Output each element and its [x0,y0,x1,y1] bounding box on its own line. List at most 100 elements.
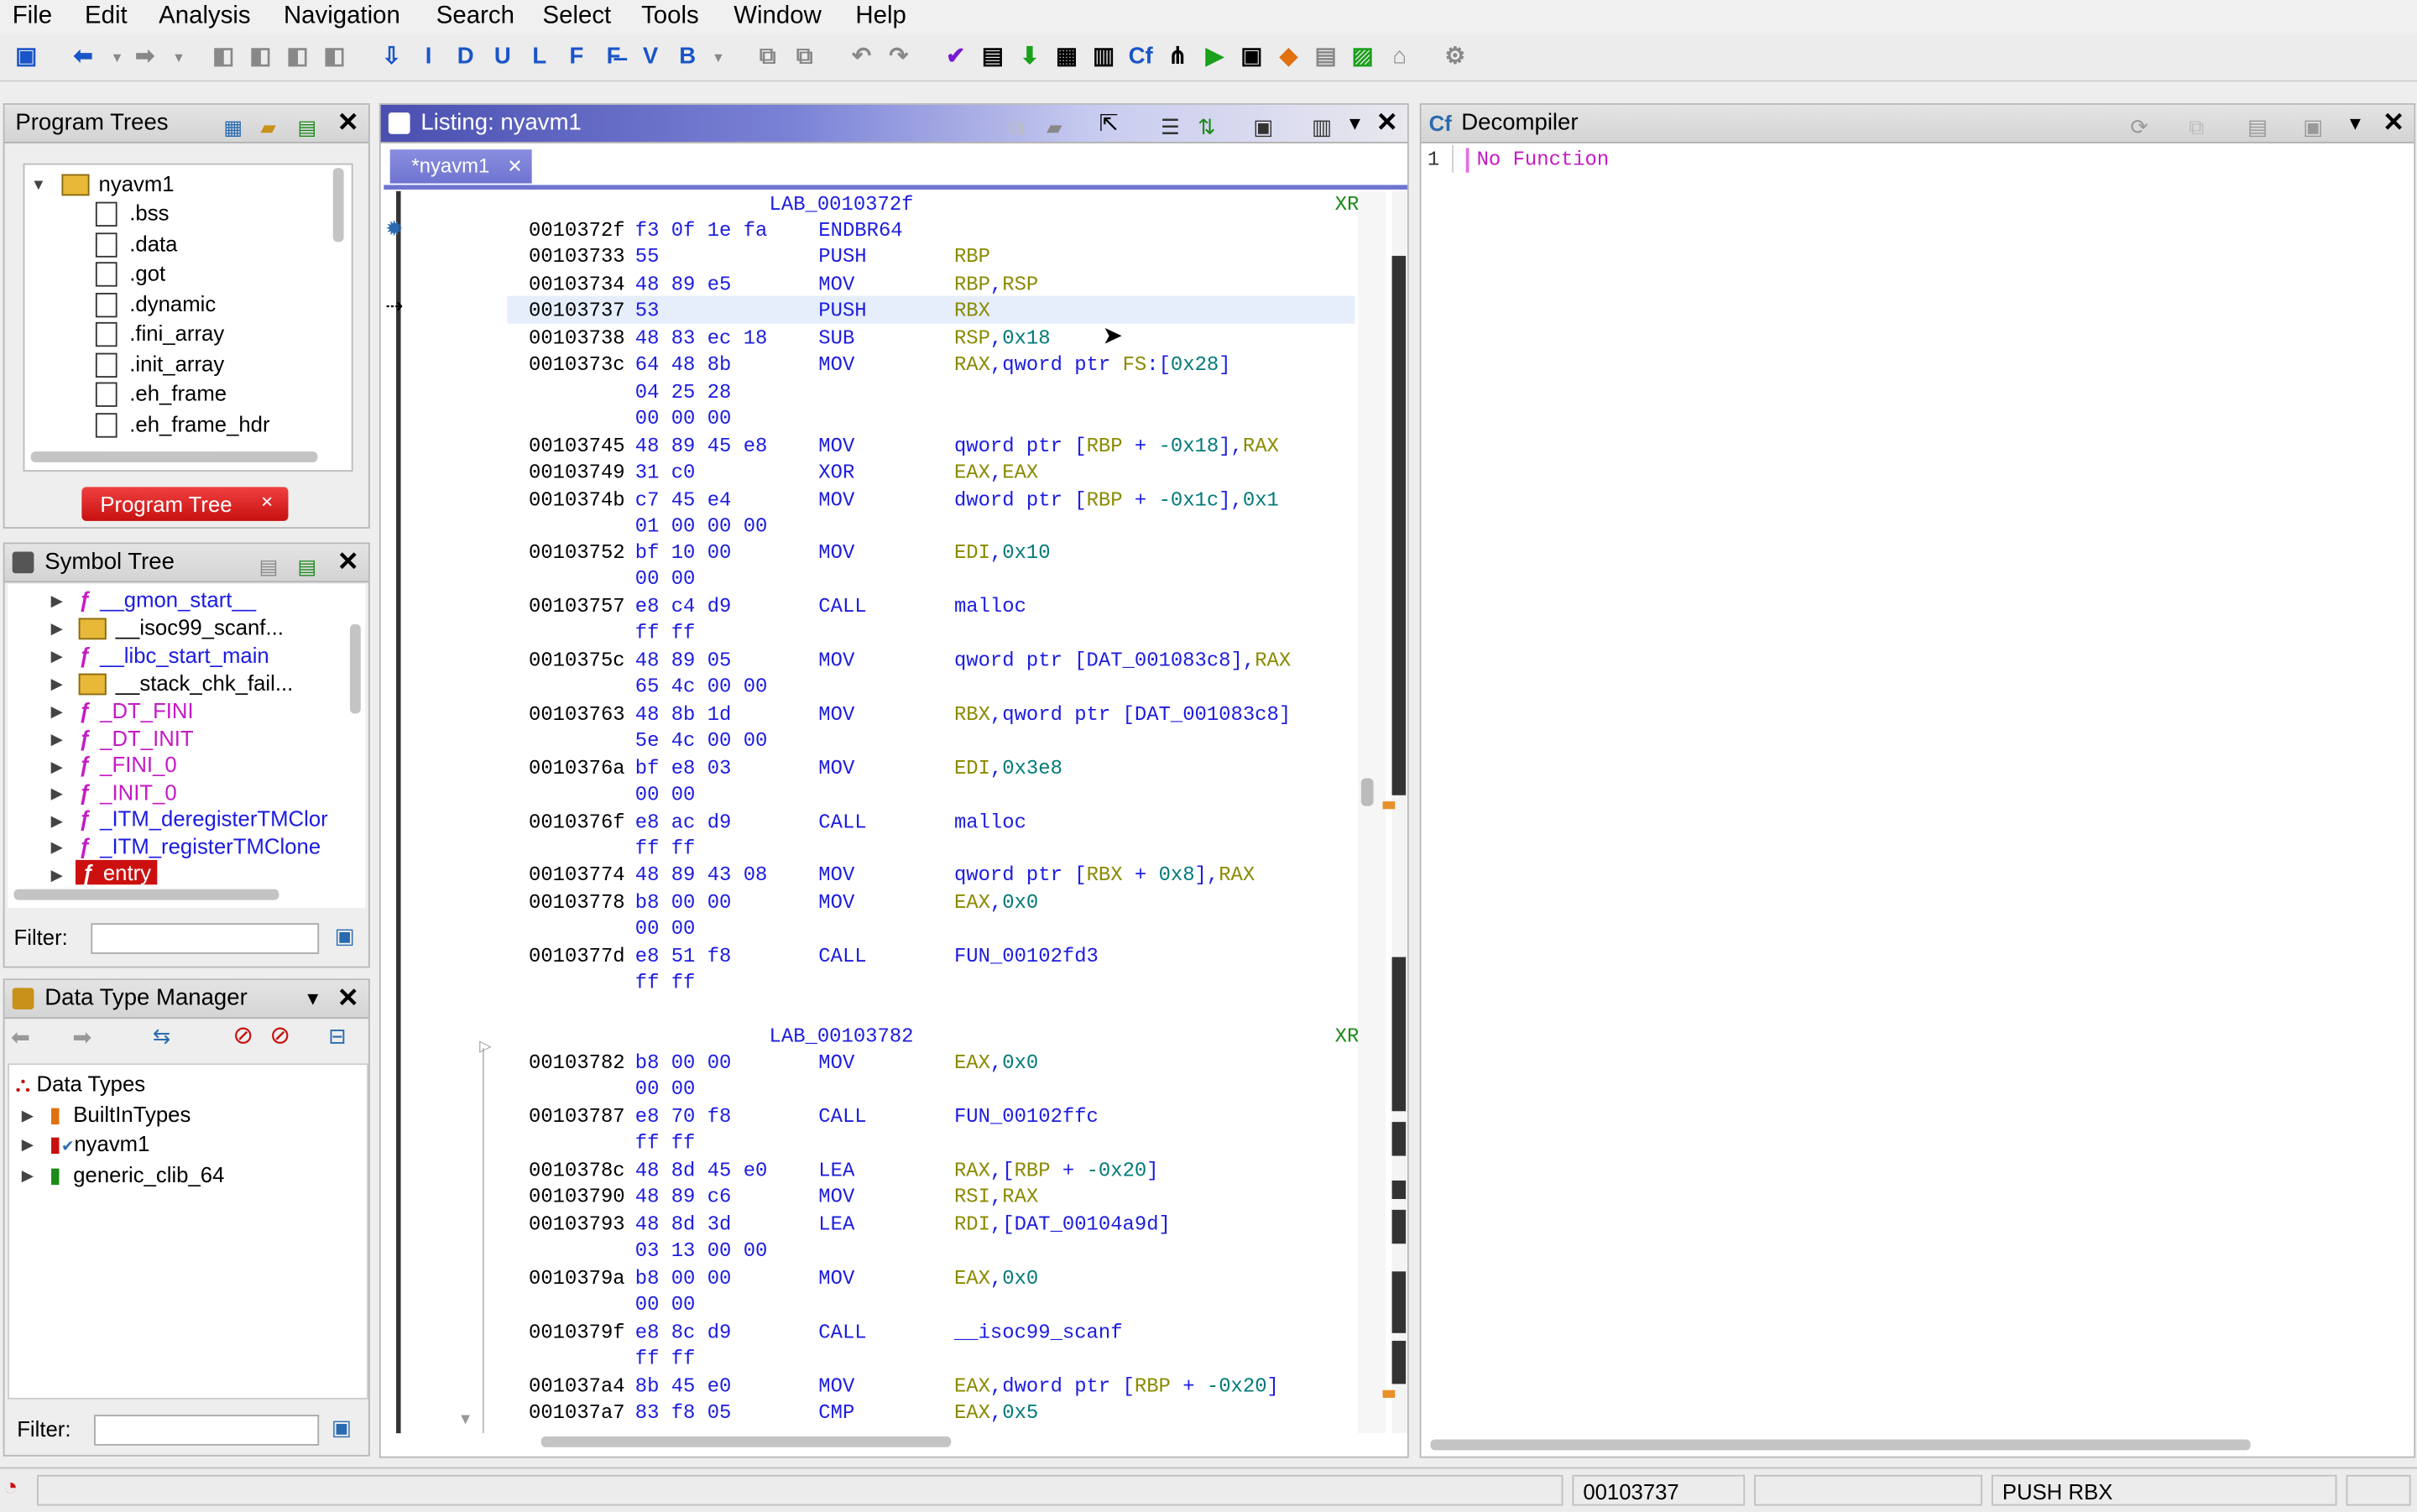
xref-marker[interactable]: XR [1335,1025,1360,1048]
code-operands[interactable]: dword ptr [RBP + -0x1c],0x1 [954,488,1279,512]
code-label[interactable]: LAB_0010372f [770,193,914,216]
export-icon[interactable]: ▤ [2247,108,2268,145]
code-operands[interactable]: EDI,0x3e8 [954,757,1062,780]
code-bytes[interactable]: 55 [635,245,660,269]
code-address[interactable]: 0010377d [529,945,625,968]
code-bytes[interactable]: 83 f8 05 [635,1401,732,1425]
code-bytes[interactable]: 65 4c 00 00 [635,675,768,698]
code-mnemonic[interactable]: MOV [818,488,854,512]
code-mnemonic[interactable]: MOV [818,353,854,377]
code-address[interactable]: 00103790 [529,1185,625,1208]
code-address[interactable]: 00103737 [529,299,625,322]
code-bytes[interactable]: e8 ac d9 [635,811,732,834]
code-bytes[interactable]: b8 00 00 [635,891,732,915]
code-address[interactable]: 00103787 [529,1105,625,1129]
code-operands[interactable]: RSP,0x18 [954,326,1051,350]
code-mnemonic[interactable]: CALL [818,1321,866,1344]
code-address[interactable]: 00103774 [529,863,625,887]
code-bytes[interactable]: ff ff [635,1347,696,1370]
code-address[interactable]: 001037a4 [529,1374,625,1398]
code-operands[interactable]: __isoc99_scanf [954,1321,1123,1344]
code-mnemonic[interactable]: LEA [818,1213,854,1237]
code-bytes[interactable]: 03 13 00 00 [635,1239,768,1263]
code-address[interactable]: 00103752 [529,541,625,565]
horizontal-scrollbar[interactable] [540,1436,952,1447]
code-bytes[interactable]: f3 0f 1e fa [635,219,768,242]
code-mnemonic[interactable]: CALL [818,945,866,968]
code-mnemonic[interactable]: MOV [818,703,854,727]
code-address[interactable]: 0010375c [529,649,625,672]
code-bytes[interactable]: 48 8b 1d [635,703,732,727]
code-operands[interactable]: EAX,EAX [954,461,1038,484]
code-bytes[interactable]: 48 8d 3d [635,1213,732,1237]
code-label[interactable]: LAB_00103782 [770,1025,914,1048]
code-address[interactable]: 00103778 [529,891,625,915]
code-operands[interactable]: qword ptr [DAT_001083c8],RAX [954,649,1291,672]
code-bytes[interactable]: 48 89 43 08 [635,863,768,887]
code-mnemonic[interactable]: ENDBR64 [818,219,902,242]
code-bytes[interactable]: 48 83 ec 18 [635,326,768,350]
code-bytes[interactable]: 31 c0 [635,461,696,484]
code-bytes[interactable]: ff ff [635,971,696,994]
code-operands[interactable]: qword ptr [RBX + 0x8],RAX [954,863,1255,887]
code-address[interactable]: 0010374b [529,488,625,512]
code-bytes[interactable]: c7 45 e4 [635,488,732,512]
code-address[interactable]: 00103749 [529,461,625,484]
code-bytes[interactable]: 00 00 [635,1293,696,1316]
code-bytes[interactable]: 00 00 [635,783,696,806]
code-operands[interactable]: RBP,RSP [954,273,1038,296]
code-operands[interactable]: EAX,dword ptr [RBP + -0x20] [954,1374,1279,1398]
copy-icon[interactable]: ⧉ [2189,108,2204,145]
code-mnemonic[interactable]: MOV [818,757,854,780]
code-operands[interactable]: malloc [954,595,1026,618]
code-address[interactable]: 0010372f [529,219,625,242]
code-bytes[interactable]: 8b 45 e0 [635,1374,732,1398]
code-mnemonic[interactable]: MOV [818,1267,854,1290]
code-address[interactable]: 00103745 [529,435,625,458]
xref-marker[interactable]: XR [1335,193,1360,216]
code-mnemonic[interactable]: MOV [818,435,854,458]
code-address[interactable]: 0010379f [529,1321,625,1344]
code-operands[interactable]: malloc [954,811,1026,834]
code-address[interactable]: 0010376a [529,757,625,780]
code-operands[interactable]: RAX,qword ptr FS:[0x28] [954,353,1231,377]
code-address[interactable]: 00103793 [529,1213,625,1237]
code-mnemonic[interactable]: MOV [818,273,854,296]
snapshot-icon[interactable]: ▣ [2303,108,2323,145]
code-bytes[interactable]: 48 89 05 [635,649,732,672]
code-mnemonic[interactable]: CALL [818,595,866,618]
code-operands[interactable]: EDI,0x10 [954,541,1051,565]
code-operands[interactable]: RSI,RAX [954,1185,1038,1208]
code-bytes[interactable]: e8 8c d9 [635,1321,732,1344]
code-bytes[interactable]: 00 00 00 [635,407,732,430]
code-bytes[interactable]: bf e8 03 [635,757,732,780]
code-operands[interactable]: EAX,0x5 [954,1401,1038,1425]
code-mnemonic[interactable]: LEA [818,1159,854,1182]
code-bytes[interactable]: 00 00 [635,567,696,591]
code-operands[interactable]: qword ptr [RBP + -0x18],RAX [954,435,1279,458]
code-address[interactable]: 00103733 [529,245,625,269]
code-mnemonic[interactable]: MOV [818,1051,854,1075]
code-bytes[interactable]: 48 89 45 e8 [635,435,768,458]
code-bytes[interactable]: e8 c4 d9 [635,595,732,618]
code-bytes[interactable]: 5e 4c 00 00 [635,729,768,753]
code-bytes[interactable]: ff ff [635,837,696,860]
code-operands[interactable]: RBX,qword ptr [DAT_001083c8] [954,703,1291,727]
code-operands[interactable]: EAX,0x0 [954,1051,1038,1075]
refresh-icon[interactable]: ⟳ [2130,108,2148,145]
code-bytes[interactable]: ff ff [635,621,696,644]
code-address[interactable]: 00103734 [529,273,625,296]
code-bytes[interactable]: 00 00 [635,917,696,941]
code-operands[interactable]: RBP [954,245,990,269]
code-bytes[interactable]: 48 89 c6 [635,1185,732,1208]
vertical-scrollbar[interactable] [1360,778,1374,806]
code-address[interactable]: 00103782 [529,1051,625,1075]
code-operands[interactable]: EAX,0x0 [954,1267,1038,1290]
code-mnemonic[interactable]: PUSH [818,299,866,322]
code-bytes[interactable]: 53 [635,299,660,322]
code-operands[interactable]: RDI,[DAT_00104a9d] [954,1213,1171,1237]
code-bytes[interactable]: 48 89 e5 [635,273,732,296]
code-bytes[interactable]: 64 48 8b [635,353,732,377]
code-address[interactable]: 0010378c [529,1159,625,1182]
code-address[interactable]: 0010379a [529,1267,625,1290]
